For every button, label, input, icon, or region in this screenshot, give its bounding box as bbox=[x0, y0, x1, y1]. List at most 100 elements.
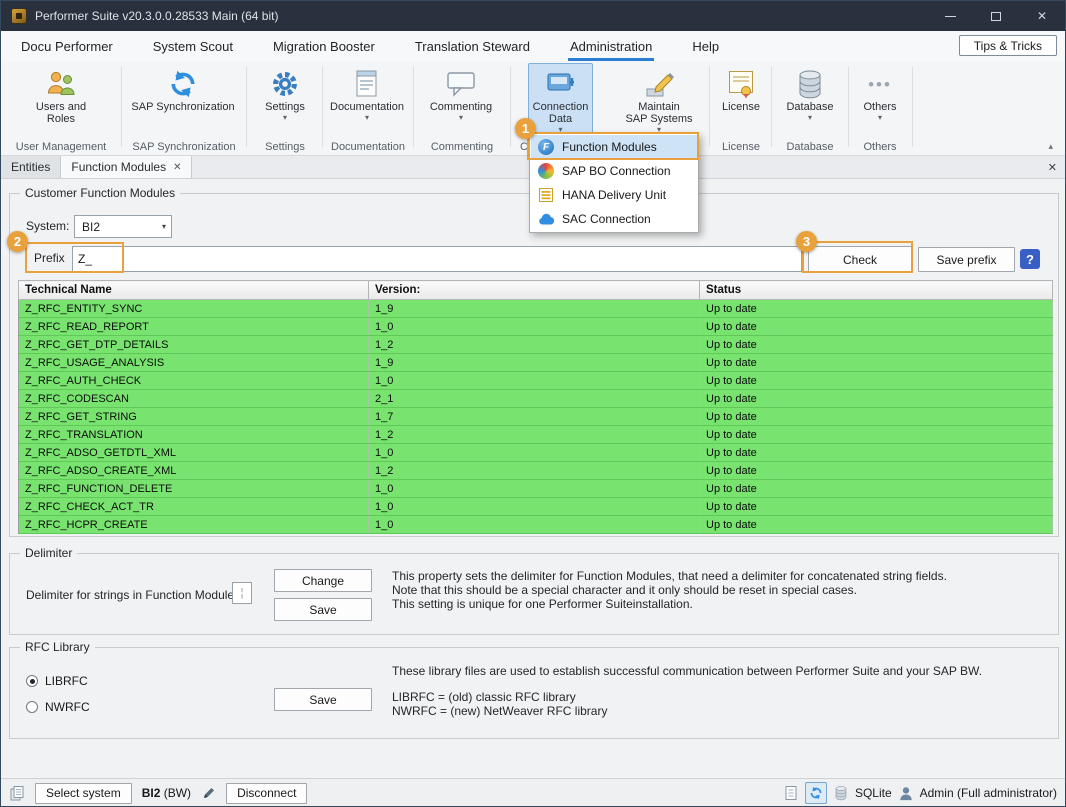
disconnect-button[interactable]: Disconnect bbox=[226, 783, 307, 804]
edit-pen-icon[interactable] bbox=[201, 786, 216, 801]
menu-item-sac-connection[interactable]: SAC Connection bbox=[531, 207, 697, 231]
table-cell: Z_RFC_GET_DTP_DETAILS bbox=[19, 336, 369, 354]
group-separator bbox=[413, 67, 414, 147]
save-rfc-library-button[interactable]: Save bbox=[274, 688, 372, 711]
rfc-legend-line: NWRFC = (new) NetWeaver RFC library bbox=[392, 704, 607, 719]
column-header-version[interactable]: Version: bbox=[369, 281, 700, 300]
current-user-label[interactable]: Admin (Full administrator) bbox=[920, 786, 1057, 800]
table-row[interactable]: Z_RFC_ADSO_GETDTL_XML1_0Up to date bbox=[19, 444, 1053, 462]
document-icon[interactable] bbox=[784, 785, 798, 801]
tab-docu-performer[interactable]: Docu Performer bbox=[19, 31, 115, 61]
table-row[interactable]: Z_RFC_FUNCTION_DELETE1_0Up to date bbox=[19, 480, 1053, 498]
system-select[interactable]: BI2 ▾ bbox=[74, 215, 172, 238]
tab-system-scout[interactable]: System Scout bbox=[151, 31, 235, 61]
menu-item-sap-bo-connection[interactable]: SAP BO Connection bbox=[531, 159, 697, 183]
ribbon-button-label: SAP Systems bbox=[625, 113, 692, 125]
select-system-button[interactable]: Select system bbox=[35, 783, 132, 804]
table-header-row: Technical Name Version: Status bbox=[19, 281, 1053, 300]
ribbon-button-database[interactable]: Database ▾ bbox=[777, 63, 843, 137]
user-icon bbox=[899, 786, 913, 801]
annotation-step-2: 2 bbox=[7, 231, 28, 252]
librfc-radio[interactable]: LIBRFC bbox=[26, 674, 88, 688]
delimiter-group: Delimiter Delimiter for strings in Funct… bbox=[9, 553, 1059, 635]
close-tab-icon[interactable]: ✕ bbox=[173, 162, 181, 173]
minimize-button[interactable] bbox=[927, 1, 973, 31]
tab-help[interactable]: Help bbox=[690, 31, 721, 61]
ribbon-button-documentation[interactable]: Documentation ▾ bbox=[325, 63, 409, 137]
table-row[interactable]: Z_RFC_CHECK_ACT_TR1_0Up to date bbox=[19, 498, 1053, 516]
maximize-button[interactable] bbox=[973, 1, 1019, 31]
save-prefix-button[interactable]: Save prefix bbox=[918, 247, 1015, 272]
column-header-status[interactable]: Status bbox=[700, 281, 1053, 300]
table-row[interactable]: Z_RFC_CODESCAN2_1Up to date bbox=[19, 390, 1053, 408]
sync-button[interactable] bbox=[805, 782, 827, 804]
table-cell: Z_RFC_CODESCAN bbox=[19, 390, 369, 408]
nwrfc-radio[interactable]: NWRFC bbox=[26, 700, 90, 714]
collapse-ribbon-icon[interactable]: ▴ bbox=[1048, 141, 1053, 152]
table-row[interactable]: Z_RFC_GET_STRING1_7Up to date bbox=[19, 408, 1053, 426]
menu-item-hana-delivery-unit[interactable]: HANA Delivery Unit bbox=[531, 183, 697, 207]
save-delimiter-button[interactable]: Save bbox=[274, 598, 372, 621]
column-header-technical-name[interactable]: Technical Name bbox=[19, 281, 369, 300]
table-cell: Up to date bbox=[700, 336, 1053, 354]
hana-delivery-unit-icon bbox=[538, 187, 554, 203]
menu-item-label: SAC Connection bbox=[562, 212, 651, 226]
ribbon-button-users-and-roles[interactable]: Users andRoles bbox=[11, 63, 111, 137]
table-cell: 1_2 bbox=[369, 426, 700, 444]
help-icon[interactable]: ? bbox=[1020, 249, 1040, 269]
table-row[interactable]: Z_RFC_AUTH_CHECK1_0Up to date bbox=[19, 372, 1053, 390]
titlebar: Performer Suite v20.3.0.0.28533 Main (64… bbox=[1, 1, 1065, 31]
settings-gear-icon bbox=[270, 67, 300, 101]
system-label: System: bbox=[26, 219, 69, 233]
tab-entities[interactable]: Entities bbox=[1, 156, 61, 178]
table-row[interactable]: Z_RFC_HCPR_CREATE1_0Up to date bbox=[19, 516, 1053, 534]
pages-icon[interactable] bbox=[9, 785, 25, 801]
ribbon-button-label: Documentation bbox=[330, 101, 404, 113]
table-cell: Up to date bbox=[700, 300, 1053, 318]
tips-and-tricks-button[interactable]: Tips & Tricks bbox=[959, 35, 1057, 56]
tab-translation-steward[interactable]: Translation Steward bbox=[413, 31, 532, 61]
window-controls: ✕ bbox=[927, 1, 1065, 31]
ribbon-button-settings[interactable]: Settings ▾ bbox=[253, 63, 317, 137]
table-cell: 1_0 bbox=[369, 498, 700, 516]
prefix-input[interactable] bbox=[72, 246, 802, 272]
ribbon-button-maintain-sap-systems[interactable]: MaintainSAP Systems ▾ bbox=[613, 63, 705, 137]
table-row[interactable]: Z_RFC_TRANSLATION1_2Up to date bbox=[19, 426, 1053, 444]
table-row[interactable]: Z_RFC_GET_DTP_DETAILS1_2Up to date bbox=[19, 336, 1053, 354]
ribbon-button-label: Others bbox=[863, 101, 896, 113]
table-cell: 1_7 bbox=[369, 408, 700, 426]
close-button[interactable]: ✕ bbox=[1019, 1, 1065, 31]
ribbon-button-label: Commenting bbox=[430, 101, 492, 113]
ribbon-button-commenting[interactable]: Commenting ▾ bbox=[419, 63, 503, 137]
ribbon-button-label: Users and bbox=[36, 101, 86, 113]
menu-item-label: Function Modules bbox=[562, 140, 657, 154]
ribbon-button-label: Database bbox=[786, 101, 833, 113]
close-document-icon[interactable]: ✕ bbox=[1048, 156, 1057, 179]
table-row[interactable]: Z_RFC_ADSO_CREATE_XML1_2Up to date bbox=[19, 462, 1053, 480]
delimiter-value-box[interactable]: ¦ bbox=[232, 582, 252, 604]
ribbon-button-label: Connection bbox=[533, 101, 589, 113]
table-row[interactable]: Z_RFC_ENTITY_SYNC1_9Up to date bbox=[19, 300, 1053, 318]
ribbon-button-others[interactable]: ••• Others ▾ bbox=[849, 63, 911, 137]
ribbon-button-license[interactable]: License bbox=[715, 63, 767, 137]
table-cell: Z_RFC_ADSO_GETDTL_XML bbox=[19, 444, 369, 462]
tab-migration-booster[interactable]: Migration Booster bbox=[271, 31, 377, 61]
table-cell: Up to date bbox=[700, 462, 1053, 480]
tab-function-modules[interactable]: Function Modules ✕ bbox=[61, 156, 192, 178]
connection-data-menu: F Function Modules SAP BO Connection HAN… bbox=[529, 133, 699, 233]
ribbon-button-sap-synchronization[interactable]: SAP Synchronization bbox=[127, 63, 239, 137]
menu-item-function-modules[interactable]: F Function Modules bbox=[531, 135, 697, 159]
group-label-settings: Settings bbox=[249, 140, 321, 154]
group-label-documentation: Documentation bbox=[323, 140, 413, 154]
table-cell: Z_RFC_GET_STRING bbox=[19, 408, 369, 426]
table-row[interactable]: Z_RFC_USAGE_ANALYSIS1_9Up to date bbox=[19, 354, 1053, 372]
ribbon-button-connection-data[interactable]: ConnectionData ▾ bbox=[528, 63, 593, 137]
table-row[interactable]: Z_RFC_READ_REPORT1_0Up to date bbox=[19, 318, 1053, 336]
check-button[interactable]: Check bbox=[808, 246, 912, 273]
group-label-database: Database bbox=[773, 140, 847, 154]
tab-administration[interactable]: Administration bbox=[568, 31, 654, 61]
change-delimiter-button[interactable]: Change bbox=[274, 569, 372, 592]
function-modules-icon: F bbox=[538, 139, 554, 155]
rfc-description: These library files are used to establis… bbox=[392, 664, 982, 679]
table-cell: Z_RFC_ENTITY_SYNC bbox=[19, 300, 369, 318]
